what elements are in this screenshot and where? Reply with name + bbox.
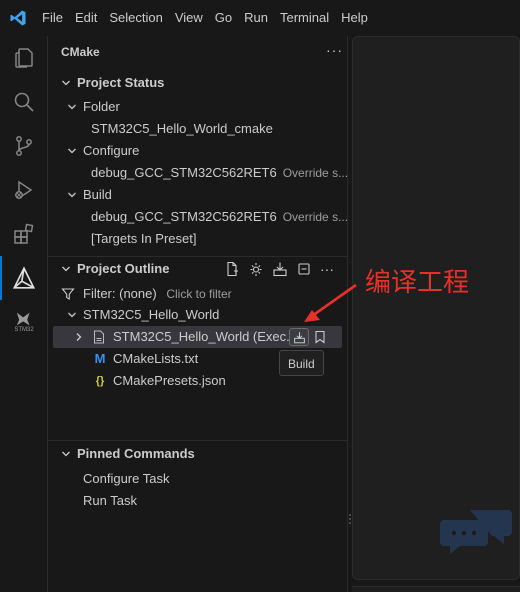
vscode-logo-icon <box>0 0 36 36</box>
more-actions-icon[interactable]: ··· <box>326 42 343 58</box>
file-name: CMakeLists.txt <box>113 351 199 366</box>
configure-desc: Override s... <box>282 166 347 180</box>
filter-icon <box>60 283 76 305</box>
tree-item-configure[interactable]: Configure <box>48 140 347 162</box>
build-desc: Override s... <box>282 210 347 224</box>
section-pinned-commands[interactable]: Pinned Commands <box>48 443 347 465</box>
chevron-down-icon <box>64 140 80 162</box>
targets-value: [Targets In Preset] <box>91 231 197 246</box>
tree-item-build[interactable]: Build <box>48 184 347 206</box>
section-title-project-outline: Project Outline <box>77 261 170 276</box>
sidebar-title: CMake <box>61 45 100 59</box>
folder-label: Folder <box>83 99 120 114</box>
chevron-down-icon <box>58 258 74 280</box>
pinned-command-label: Configure Task <box>83 471 170 486</box>
activity-bar: STM32 <box>0 36 48 592</box>
tree-item-target[interactable]: STM32C5_Hello_World (Exec... <box>53 326 342 348</box>
menu-go[interactable]: Go <box>209 0 238 36</box>
json-file-icon: {} <box>95 375 105 387</box>
panel-area <box>352 586 520 592</box>
filter-hint[interactable]: Click to filter <box>166 287 231 301</box>
menu-run[interactable]: Run <box>238 0 274 36</box>
pinned-command-item[interactable]: Configure Task <box>48 468 347 490</box>
build-all-icon[interactable] <box>272 261 288 277</box>
chevron-down-icon <box>58 443 74 465</box>
folder-value: STM32C5_Hello_World_cmake <box>91 121 273 136</box>
pinned-command-label: Run Task <box>83 493 137 508</box>
stm32-icon[interactable]: STM32 <box>0 300 48 344</box>
chevron-down-icon <box>64 184 80 206</box>
chat-icon <box>440 508 512 563</box>
section-divider <box>48 256 347 257</box>
file-name: CMakePresets.json <box>113 373 226 388</box>
section-divider <box>48 440 347 441</box>
chevron-right-icon[interactable] <box>71 326 87 348</box>
menu-file[interactable]: File <box>36 0 69 36</box>
target-label: STM32C5_Hello_World (Exec... <box>113 329 297 344</box>
executable-file-icon <box>91 326 107 348</box>
more-actions-icon[interactable]: ··· <box>320 258 334 280</box>
configure-label: Configure <box>83 143 140 158</box>
chevron-down-icon <box>58 72 74 94</box>
menu-help[interactable]: Help <box>335 0 374 36</box>
source-control-icon[interactable] <box>0 124 48 168</box>
pinned-command-item[interactable]: Run Task <box>48 490 347 512</box>
tree-item-folder[interactable]: Folder <box>48 96 347 118</box>
new-file-icon[interactable] <box>224 261 240 277</box>
build-target-icon[interactable] <box>289 328 309 346</box>
menu-view[interactable]: View <box>169 0 209 36</box>
menu-edit[interactable]: Edit <box>69 0 103 36</box>
cmake-icon[interactable] <box>0 256 48 300</box>
tree-item-targets[interactable]: [Targets In Preset] <box>48 228 347 250</box>
cmake-file-icon: M <box>94 351 106 366</box>
bookmark-icon[interactable] <box>314 330 326 344</box>
explorer-icon[interactable] <box>0 36 48 80</box>
menu-bar: File Edit Selection View Go Run Terminal… <box>0 0 520 36</box>
run-debug-icon[interactable] <box>0 168 48 212</box>
tree-item-folder-value[interactable]: STM32C5_Hello_World_cmake <box>48 118 347 140</box>
tree-item-configure-value[interactable]: debug_GCC_STM32C562RET6 Override s... <box>48 162 347 184</box>
settings-gear-icon[interactable] <box>248 261 264 277</box>
search-icon[interactable] <box>0 80 48 124</box>
collapse-all-icon[interactable] <box>296 261 312 277</box>
annotation-text: 编译工程 <box>365 268 470 298</box>
configure-preset: debug_GCC_STM32C562RET6 <box>91 165 277 180</box>
build-preset: debug_GCC_STM32C562RET6 <box>91 209 277 224</box>
filter-label: Filter: (none) <box>83 286 157 301</box>
annotation-arrow-icon <box>304 283 357 322</box>
chevron-down-icon <box>64 304 80 326</box>
menu-selection[interactable]: Selection <box>103 0 168 36</box>
build-label: Build <box>83 187 112 202</box>
menu-terminal[interactable]: Terminal <box>274 0 335 36</box>
section-project-status[interactable]: Project Status <box>48 72 347 94</box>
chevron-down-icon <box>64 96 80 118</box>
build-tooltip: Build <box>279 350 324 376</box>
editor-area <box>352 36 520 580</box>
section-title-pinned-commands: Pinned Commands <box>77 446 195 461</box>
project-name: STM32C5_Hello_World <box>83 307 220 322</box>
stm32-label: STM32 <box>14 326 34 333</box>
section-project-outline[interactable]: Project Outline ··· <box>48 258 347 280</box>
extensions-icon[interactable] <box>0 212 48 256</box>
tree-item-build-value[interactable]: debug_GCC_STM32C562RET6 Override s... <box>48 206 347 228</box>
section-title-project-status: Project Status <box>77 75 165 90</box>
